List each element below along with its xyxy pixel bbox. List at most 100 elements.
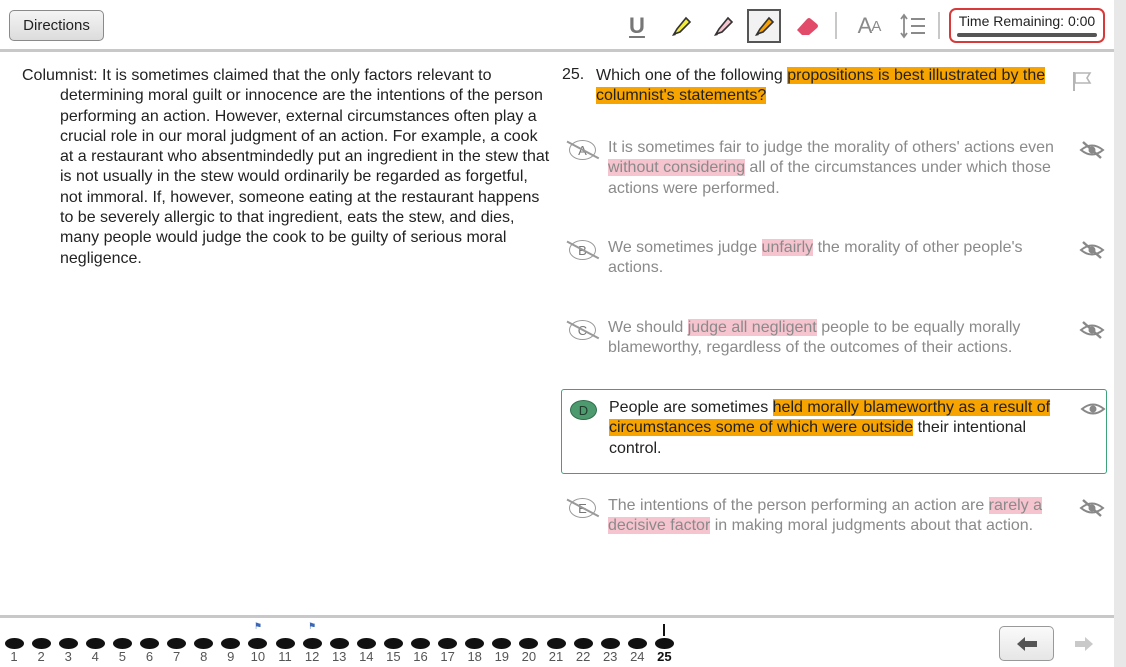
- question-status-dot: [600, 638, 620, 649]
- time-remaining-timer[interactable]: Time Remaining: 0:00: [949, 8, 1105, 43]
- next-question-button[interactable]: [1066, 630, 1102, 658]
- choice-text[interactable]: We sometimes judge unfairly the morality…: [608, 238, 1063, 279]
- nav-flag-placeholder: [172, 622, 182, 632]
- question-nav-item-12[interactable]: ⚑ 12: [302, 622, 322, 666]
- eliminate-toggle-button[interactable]: [1079, 320, 1105, 345]
- eraser-button[interactable]: [790, 9, 824, 43]
- question-nav-item-16[interactable]: 16: [411, 622, 431, 666]
- font-size-button[interactable]: AA: [852, 9, 886, 43]
- question-number: 25.: [562, 66, 585, 83]
- question-stem-text: Which one of the following: [596, 67, 788, 84]
- question-nav-item-17[interactable]: 17: [438, 622, 458, 666]
- question-nav-item-21[interactable]: 21: [546, 622, 566, 666]
- question-nav-number: 23: [602, 649, 618, 664]
- question-nav-item-9[interactable]: 9: [221, 622, 241, 666]
- nav-flag-placeholder: [470, 622, 480, 632]
- question-status-dot: [140, 638, 159, 649]
- eye-slash-icon: [1079, 499, 1105, 517]
- nav-flag-placeholder: [36, 622, 46, 632]
- question-nav-item-5[interactable]: 5: [112, 622, 132, 666]
- question-nav-item-8[interactable]: 8: [194, 622, 214, 666]
- question-status-dot: [85, 638, 105, 649]
- top-toolbar: Directions U AA Time Remaining: 0:00: [0, 0, 1114, 52]
- choice-text-pre: The intentions of the person performing …: [608, 497, 989, 514]
- nav-flag-placeholder: [117, 622, 127, 632]
- flag-question-button[interactable]: [1070, 70, 1094, 97]
- line-spacing-button[interactable]: [896, 9, 930, 43]
- question-nav-item-23[interactable]: 23: [600, 622, 620, 666]
- question-nav-number: 21: [548, 649, 564, 664]
- question-status-dot: [329, 638, 349, 649]
- question-nav-item-3[interactable]: 3: [58, 622, 78, 666]
- choice-text-pre: We sometimes judge: [608, 239, 762, 256]
- orange-highlighter-button[interactable]: [747, 9, 781, 43]
- pink-highlighter-button[interactable]: [706, 9, 740, 43]
- choice-text-highlight: unfairly: [761, 239, 814, 256]
- pink-highlighter-icon: [714, 16, 734, 36]
- question-nav-item-11[interactable]: 11: [275, 622, 295, 666]
- yellow-highlighter-icon: [672, 16, 692, 36]
- eliminate-toggle-button[interactable]: [1079, 498, 1105, 523]
- choice-text[interactable]: People are sometimes held morally blamew…: [609, 398, 1064, 459]
- choice-text-highlight: judge all negligent: [687, 319, 817, 336]
- question-nav-item-1[interactable]: 1: [4, 622, 24, 666]
- question-status-dot: [438, 638, 458, 649]
- question-nav-item-6[interactable]: 6: [140, 622, 160, 666]
- question-status-dot: [248, 638, 268, 649]
- eliminate-toggle-button[interactable]: [1079, 240, 1105, 265]
- nav-flag-placeholder: [524, 622, 534, 632]
- question-nav-item-24[interactable]: 24: [627, 622, 647, 666]
- question-nav-item-13[interactable]: 13: [329, 622, 349, 666]
- nav-flag-icon: ⚑: [253, 621, 262, 631]
- nav-flag-placeholder: [388, 622, 398, 632]
- timer-label: Time Remaining: 0:00: [958, 13, 1096, 29]
- question-status-dot: [31, 638, 51, 649]
- question-nav-item-2[interactable]: 2: [31, 622, 51, 666]
- question-nav-item-20[interactable]: 20: [519, 622, 539, 666]
- question-nav-number: 20: [521, 649, 537, 664]
- orange-highlighter-icon: [755, 16, 775, 36]
- question-nav-number: 13: [331, 649, 347, 664]
- yellow-highlighter-button[interactable]: [664, 9, 698, 43]
- question-nav-item-25[interactable]: 25: [654, 622, 674, 666]
- eliminate-toggle-button[interactable]: [1079, 140, 1105, 165]
- answer-choice-d[interactable]: D People are sometimes held morally blame…: [561, 389, 1107, 474]
- previous-question-button[interactable]: [999, 626, 1054, 661]
- question-nav-item-4[interactable]: 4: [85, 622, 105, 666]
- choice-text[interactable]: The intentions of the person performing …: [608, 496, 1063, 537]
- underline-tool-button[interactable]: U: [620, 9, 654, 43]
- nav-flag-placeholder: [63, 622, 73, 632]
- timer-progress-bar: [957, 33, 1097, 37]
- choice-text-pre: It is sometimes fair to judge the morali…: [608, 139, 1054, 156]
- nav-flag-placeholder: [578, 622, 588, 632]
- nav-flag-placeholder: [90, 622, 100, 632]
- question-nav-item-7[interactable]: 7: [167, 622, 187, 666]
- question-status-dot: [112, 638, 132, 649]
- question-nav-number: 2: [37, 649, 45, 664]
- question-nav-item-22[interactable]: 22: [573, 622, 593, 666]
- passage-text[interactable]: Columnist: It is sometimes claimed that …: [22, 66, 552, 269]
- nav-flag-placeholder: [334, 622, 344, 632]
- nav-flag-placeholder: [361, 622, 371, 632]
- question-nav-number: 8: [200, 649, 208, 664]
- choice-letter-bubble[interactable]: D: [570, 400, 597, 420]
- eye-slash-icon: [1079, 141, 1105, 159]
- question-nav-item-10[interactable]: ⚑ 10: [248, 622, 268, 666]
- question-nav-number: 5: [118, 649, 126, 664]
- question-nav-item-18[interactable]: 18: [465, 622, 485, 666]
- directions-button[interactable]: Directions: [9, 10, 104, 41]
- question-nav-number: 15: [386, 649, 401, 664]
- eliminate-toggle-button[interactable]: [1080, 400, 1106, 423]
- question-nav-item-14[interactable]: 14: [356, 622, 376, 666]
- question-nav-number: 18: [467, 649, 482, 664]
- choice-letter: D: [578, 402, 589, 418]
- toolbar-divider: [938, 12, 940, 39]
- choice-text[interactable]: It is sometimes fair to judge the morali…: [608, 138, 1063, 199]
- question-status-dot: [519, 638, 539, 649]
- nav-flag-placeholder: [632, 622, 642, 632]
- choice-text[interactable]: We should judge all negligent people to …: [608, 318, 1063, 359]
- question-stem[interactable]: Which one of the following propositions …: [596, 66, 1066, 107]
- question-status-dot: [58, 638, 78, 649]
- question-nav-item-19[interactable]: 19: [492, 622, 512, 666]
- question-nav-item-15[interactable]: 15: [383, 622, 403, 666]
